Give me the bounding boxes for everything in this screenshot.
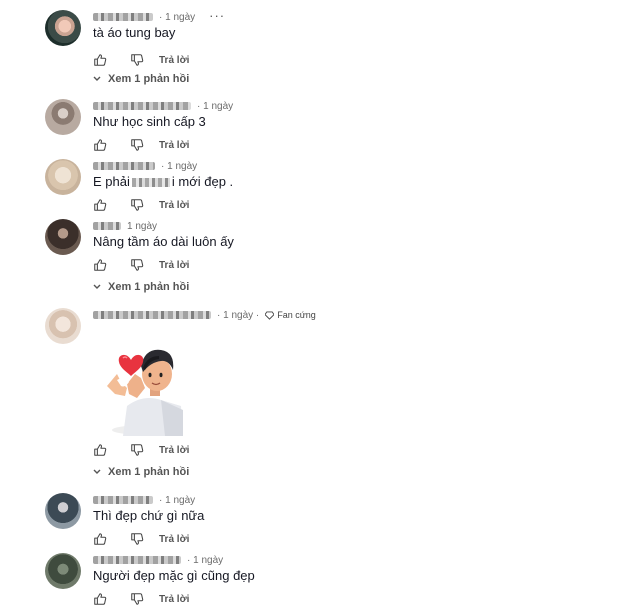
blurred-word xyxy=(131,178,170,188)
comment-text-part: i mới đẹp . xyxy=(171,174,234,189)
view-replies-button[interactable]: Xem 1 phản hồi xyxy=(93,281,189,293)
avatar[interactable] xyxy=(45,553,81,589)
reply-button[interactable]: Trả lời xyxy=(159,200,189,211)
view-replies-label: Xem 1 phản hồi xyxy=(108,281,190,293)
comment-time: · 1 ngày xyxy=(161,160,198,172)
comment-text: Như học sinh cấp 3 xyxy=(93,114,206,129)
comment-text: tà áo tung bay xyxy=(93,25,176,40)
comment-time: · 1 ngày xyxy=(159,494,196,506)
comment-time: · 1 ngày xyxy=(187,554,224,566)
username-blurred[interactable] xyxy=(93,311,211,319)
like-icon[interactable] xyxy=(93,198,107,212)
reply-button[interactable]: Trả lời xyxy=(159,594,189,605)
reply-button[interactable]: Trả lời xyxy=(159,260,189,271)
avatar[interactable] xyxy=(45,10,81,46)
comment-text: Nâng tầm áo dài luôn ấy xyxy=(93,234,234,249)
username-blurred[interactable] xyxy=(93,102,191,110)
like-icon[interactable] xyxy=(93,443,107,457)
view-replies-button[interactable]: Xem 1 phản hồi xyxy=(93,466,189,478)
username-blurred[interactable] xyxy=(93,496,153,504)
sticker-image[interactable] xyxy=(103,344,185,436)
diamond-icon xyxy=(265,310,275,320)
avatar[interactable] xyxy=(45,308,81,344)
reply-button[interactable]: Trả lời xyxy=(159,445,189,456)
username-blurred[interactable] xyxy=(93,222,121,230)
like-icon[interactable] xyxy=(93,258,107,272)
username-blurred[interactable] xyxy=(93,13,153,21)
fan-badge: Fan cứng xyxy=(265,310,316,320)
dislike-icon[interactable] xyxy=(130,138,144,152)
like-icon[interactable] xyxy=(93,53,107,67)
avatar[interactable] xyxy=(45,99,81,135)
reply-button[interactable]: Trả lời xyxy=(159,534,189,545)
chevron-down-icon xyxy=(93,469,101,474)
dislike-icon[interactable] xyxy=(130,198,144,212)
comment-text: Người đẹp mặc gì cũng đẹp xyxy=(93,568,255,583)
dislike-icon[interactable] xyxy=(130,592,144,606)
view-replies-label: Xem 1 phản hồi xyxy=(108,466,190,478)
comment-time: · 1 ngày xyxy=(159,11,196,23)
more-options-icon[interactable]: ··· xyxy=(209,8,225,23)
avatar[interactable] xyxy=(45,493,81,529)
comment-text: Thì đẹp chứ gì nữa xyxy=(93,508,205,523)
avatar[interactable] xyxy=(45,159,81,195)
view-replies-button[interactable]: Xem 1 phản hồi xyxy=(93,73,189,85)
comment-time: · 1 ngày · xyxy=(217,309,260,321)
avatar[interactable] xyxy=(45,219,81,255)
reply-button[interactable]: Trả lời xyxy=(159,140,189,151)
comment-time: · 1 ngày xyxy=(197,100,234,112)
dislike-icon[interactable] xyxy=(130,443,144,457)
comment-text-part: E phải xyxy=(93,174,130,189)
username-blurred[interactable] xyxy=(93,162,155,170)
dislike-icon[interactable] xyxy=(130,258,144,272)
dislike-icon[interactable] xyxy=(130,53,144,67)
view-replies-label: Xem 1 phản hồi xyxy=(108,73,190,85)
chevron-down-icon xyxy=(93,284,101,289)
fan-badge-label: Fan cứng xyxy=(277,310,316,320)
like-icon[interactable] xyxy=(93,138,107,152)
dislike-icon[interactable] xyxy=(130,532,144,546)
chevron-down-icon xyxy=(93,76,101,81)
comment-time: 1 ngày xyxy=(127,220,158,232)
like-icon[interactable] xyxy=(93,592,107,606)
reply-button[interactable]: Trả lời xyxy=(159,55,189,66)
comment-text: E phải i mới đẹp . xyxy=(93,174,233,189)
like-icon[interactable] xyxy=(93,532,107,546)
username-blurred[interactable] xyxy=(93,556,181,564)
